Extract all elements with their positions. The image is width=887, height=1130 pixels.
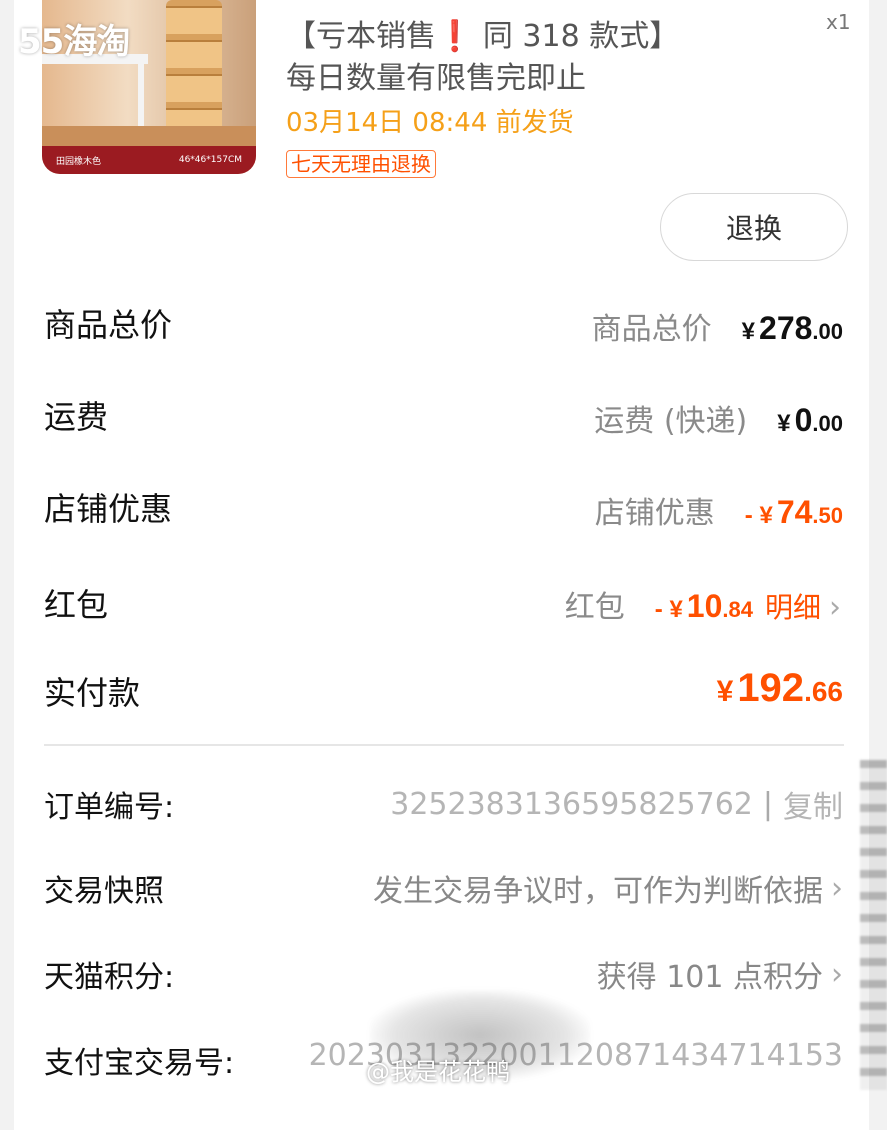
amount-decimal: .00: [812, 411, 843, 436]
watermark-top: 55海淘: [18, 22, 130, 62]
shipping-amount: ¥0.00: [777, 402, 843, 439]
amount-decimal: .00: [812, 319, 843, 344]
watermark-bottom: @我是花花鸭: [366, 1058, 510, 1086]
alipay-number-label: 支付宝交易号:: [44, 1046, 235, 1081]
goods-total-row: 商品总价 商品总价 ¥278.00: [0, 296, 887, 356]
image-bookshelf: [166, 0, 222, 138]
chevron-right-icon[interactable]: ›: [831, 957, 843, 992]
snapshot-link[interactable]: 发生交易争议时，可作为判断依据 ›: [373, 866, 843, 910]
shop-discount-label: 店铺优惠: [44, 490, 173, 528]
snapshot-label: 交易快照: [44, 874, 164, 909]
snapshot-value: 发生交易争议时，可作为判断依据: [373, 874, 823, 909]
goods-total-sub: 商品总价: [591, 312, 712, 347]
image-size-tag: 46*46*157CM: [178, 155, 242, 165]
return-button[interactable]: 退换: [660, 193, 848, 261]
order-number-right: 3252383136595825762 | 复制: [390, 782, 843, 826]
currency-symbol: ¥: [777, 410, 791, 437]
product-title-part1: 【亏本销售: [286, 19, 436, 54]
chevron-right-icon[interactable]: ›: [829, 590, 841, 625]
shipping-label: 运费: [44, 398, 109, 436]
product-title[interactable]: 【亏本销售❗ 同 318 款式】每日数量有限售完即止: [286, 16, 706, 100]
shipping-row: 运费 运费 (快递) ¥0.00: [0, 390, 887, 450]
image-color-tag: 田园橡木色: [56, 156, 102, 167]
points-label: 天猫积分:: [44, 960, 175, 995]
red-packet-amount: - ¥10.84: [655, 588, 753, 625]
points-link[interactable]: 获得 101 点积分 ›: [597, 952, 843, 996]
amount-decimal: .84: [722, 597, 753, 622]
paid-amount-right: ¥192.66: [717, 666, 843, 711]
points-value: 获得 101 点积分: [596, 960, 823, 995]
image-banner: 田园橡木色 46*46*157CM: [42, 146, 256, 174]
red-packet-label: 红包: [44, 586, 109, 624]
paid-amount: ¥192.66: [717, 666, 843, 711]
red-packet-sub: 红包: [564, 590, 625, 625]
red-packet-right[interactable]: 红包 - ¥10.84 明细 ›: [565, 582, 841, 626]
paid-amount-row: 实付款 ¥192.66: [0, 664, 887, 724]
currency-symbol: ¥: [741, 318, 756, 345]
shop-discount-amount: - ¥74.50: [745, 494, 843, 531]
order-number-label: 订单编号:: [44, 790, 175, 825]
image-desk-leg: [138, 64, 144, 126]
goods-total-right: 商品总价 ¥278.00: [592, 304, 843, 348]
amount-integer: 0: [794, 402, 813, 438]
paid-amount-label: 实付款: [44, 674, 141, 712]
currency-symbol: ¥: [716, 675, 734, 708]
currency-symbol: - ¥: [654, 596, 683, 623]
image-floor: [42, 126, 256, 146]
red-packet-row[interactable]: 红包 红包 - ¥10.84 明细 ›: [0, 578, 887, 638]
exclamation-icon: ❗: [436, 19, 474, 54]
shipping-right: 运费 (快递) ¥0.00: [594, 396, 843, 440]
section-divider: [44, 744, 844, 746]
copy-button[interactable]: 复制: [783, 782, 843, 826]
amount-integer: 10: [686, 588, 723, 624]
currency-symbol: - ¥: [744, 502, 773, 529]
amount-integer: 192: [737, 666, 805, 710]
red-packet-detail-link[interactable]: 明细: [765, 586, 821, 626]
return-policy-badge: 七天无理由退换: [286, 150, 436, 178]
amount-integer: 278: [759, 310, 813, 346]
shop-discount-row: 店铺优惠 店铺优惠 - ¥74.50: [0, 484, 887, 544]
ship-date: 03月14日 08:44 前发货: [286, 108, 574, 138]
amount-decimal: .50: [812, 503, 843, 528]
amount-decimal: .66: [804, 676, 843, 707]
goods-total-amount: ¥278.00: [742, 310, 843, 347]
amount-integer: 74: [776, 494, 813, 530]
chevron-right-icon[interactable]: ›: [831, 871, 843, 906]
shipping-sub: 运费 (快递): [594, 404, 748, 439]
shop-discount-right: 店铺优惠 - ¥74.50: [595, 488, 843, 532]
order-number-separator: |: [762, 786, 773, 822]
product-quantity: x1: [826, 10, 851, 34]
order-number-value: 3252383136595825762: [390, 786, 753, 822]
shop-discount-sub: 店铺优惠: [594, 496, 715, 531]
goods-total-label: 商品总价: [44, 306, 173, 344]
ink-watermark-right: [860, 760, 887, 1090]
